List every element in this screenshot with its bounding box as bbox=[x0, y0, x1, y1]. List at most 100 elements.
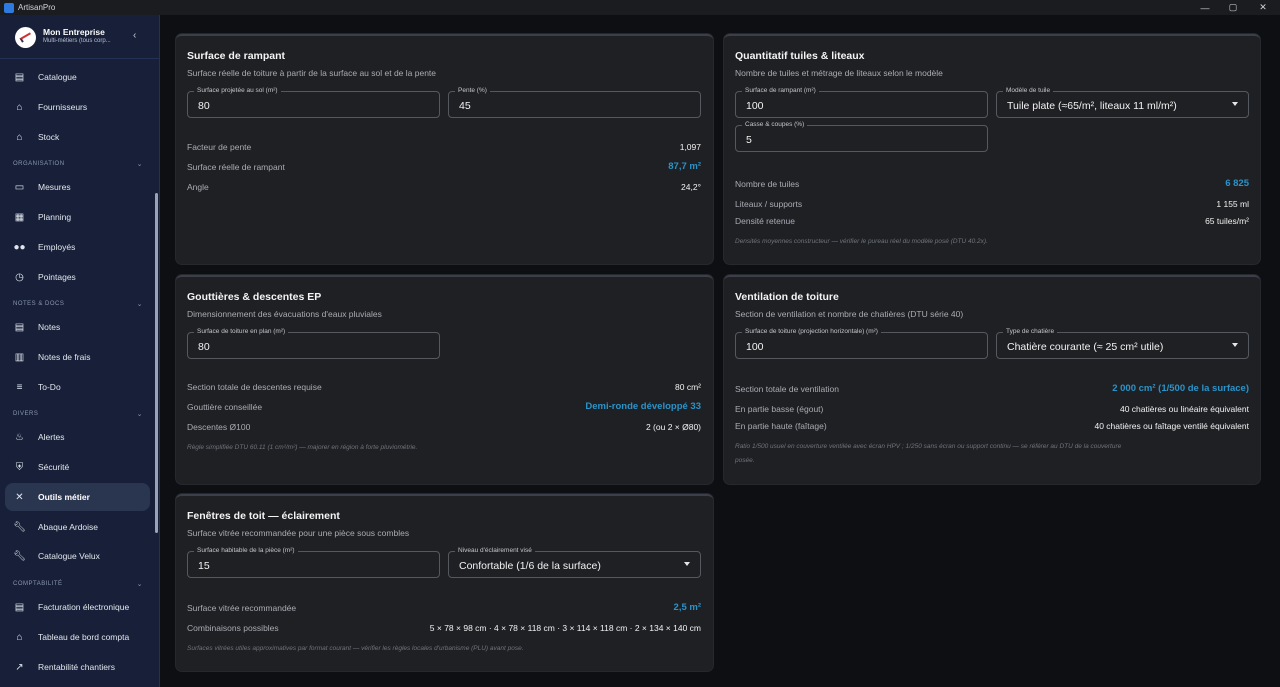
brand-header[interactable]: Mon Entreprise Multi-métiers (tous corp.… bbox=[0, 15, 160, 59]
field-value: 45 bbox=[459, 100, 471, 112]
sidebar-item-catalogue[interactable]: ▤ Catalogue bbox=[5, 63, 150, 91]
field-label: Surface habitable de la pièce (m²) bbox=[194, 547, 298, 554]
pente-field[interactable]: Pente (%) 45 bbox=[448, 87, 701, 118]
chevron-down-icon: ⌄ bbox=[136, 301, 143, 308]
sidebar-item-notes[interactable]: ▤ Notes bbox=[5, 313, 150, 341]
sidebar-item-label: Facturation électronique bbox=[38, 602, 130, 612]
field-label: Surface de rampant (m²) bbox=[742, 87, 819, 94]
field-value: 100 bbox=[746, 341, 764, 353]
card-note: Règle simplifiée DTU 60.11 (1 cm²/m²) — … bbox=[187, 444, 418, 451]
card-subtitle: Section de ventilation et nombre de chat… bbox=[735, 309, 964, 319]
field-label: Niveau d'éclairement visé bbox=[455, 547, 535, 554]
sidebar-item-todo[interactable]: ≡ To-Do bbox=[5, 373, 150, 401]
people-icon: ●● bbox=[13, 241, 26, 253]
card-surface-rampant: Surface de rampant Surface réelle de toi… bbox=[176, 34, 713, 264]
window-title: ArtisanPro bbox=[18, 3, 56, 12]
ruler-icon: ▭ bbox=[14, 181, 25, 193]
card-subtitle: Nombre de tuiles et métrage de liteaux s… bbox=[735, 68, 943, 78]
card-ventilation: Ventilation de toiture Section de ventil… bbox=[724, 275, 1260, 484]
sidebar-item-label: To-Do bbox=[38, 382, 61, 392]
card-note: Ratio 1/500 usuel en couverture ventilée… bbox=[735, 443, 1122, 450]
field-label: Modèle de tuile bbox=[1003, 87, 1054, 94]
casse-coupes-field[interactable]: Casse & coupes (%) 5 bbox=[735, 121, 988, 152]
sidebar-item-catalogue-velux[interactable]: 🔧︎ Catalogue Velux bbox=[5, 542, 150, 570]
sidebar-item-securite[interactable]: ⛨ Sécurité bbox=[5, 453, 150, 481]
result-row: Surface réelle de rampant 87,7 m² bbox=[187, 161, 701, 172]
sidebar-item-mesures[interactable]: ▭ Mesures bbox=[5, 173, 150, 201]
result-row: Surface vitrée recommandée 2,5 m² bbox=[187, 602, 701, 613]
sidebar-item-label: Fournisseurs bbox=[38, 102, 88, 112]
section-header-comptabilite[interactable]: COMPTABILITÉ ⌄ bbox=[13, 581, 143, 591]
field-label: Surface projetée au sol (m²) bbox=[194, 87, 281, 94]
field-label: Surface de toiture (projection horizonta… bbox=[742, 328, 881, 335]
result-row: En partie basse (égout) 40 chatières ou l… bbox=[735, 404, 1249, 414]
alarm-icon: ♨ bbox=[15, 431, 24, 443]
sidebar-item-notes-de-frais[interactable]: ▥ Notes de frais bbox=[5, 343, 150, 371]
company-logo bbox=[15, 27, 36, 48]
surface-habitable-field[interactable]: Surface habitable de la pièce (m²) 15 bbox=[187, 547, 440, 578]
window-titlebar: ArtisanPro — ▢ ✕ bbox=[0, 0, 1280, 15]
field-label: Type de chatière bbox=[1003, 328, 1058, 335]
section-header-organisation[interactable]: ORGANISATION ⌄ bbox=[13, 161, 143, 171]
dropdown-caret-icon bbox=[684, 562, 690, 566]
surface-sol-field[interactable]: Surface projetée au sol (m²) 80 bbox=[187, 87, 440, 118]
book-icon: ▤ bbox=[14, 71, 25, 83]
minimize-button[interactable]: — bbox=[1190, 0, 1220, 15]
result-row: Section totale de ventilation 2 000 cm² (… bbox=[735, 383, 1249, 394]
result-row: Gouttière conseillée Demi-ronde développé… bbox=[187, 401, 701, 412]
sidebar-scrollbar[interactable] bbox=[155, 193, 158, 533]
field-value: 100 bbox=[746, 100, 764, 112]
close-button[interactable]: ✕ bbox=[1248, 0, 1278, 15]
result-row: Densité retenue 65 tuiles/m² bbox=[735, 216, 1249, 226]
sidebar-item-facturation[interactable]: ▤ Facturation électronique bbox=[5, 593, 150, 621]
field-value: Confortable (1/6 de la surface) bbox=[459, 560, 601, 572]
sidebar-item-pointages[interactable]: ◷ Pointages bbox=[5, 263, 150, 291]
field-value: Chatière courante (≈ 25 cm² utile) bbox=[1007, 341, 1164, 353]
clock-icon: ◷ bbox=[15, 271, 24, 283]
sidebar-item-outils-metier[interactable]: ✕ Outils métier bbox=[5, 483, 150, 511]
result-row: Facteur de pente 1,097 bbox=[187, 142, 701, 152]
sidebar-item-fournisseurs[interactable]: ⌂ Fournisseurs bbox=[5, 93, 150, 121]
card-title: Gouttières & descentes EP bbox=[187, 291, 322, 303]
result-row: Nombre de tuiles 6 825 bbox=[735, 178, 1249, 189]
card-note: Densités moyennes constructeur — vérifie… bbox=[735, 238, 988, 245]
sidebar-item-alertes[interactable]: ♨ Alertes bbox=[5, 423, 150, 451]
surface-toiture-plan-field[interactable]: Surface de toiture en plan (m²) 80 bbox=[187, 328, 440, 359]
niveau-eclairement-select[interactable]: Niveau d'éclairement visé Confortable (1… bbox=[448, 547, 701, 578]
sidebar-item-label: Notes bbox=[38, 322, 61, 332]
sidebar-item-abaque-ardoise[interactable]: 🔧︎ Abaque Ardoise bbox=[5, 513, 150, 541]
modele-tuile-select[interactable]: Modèle de tuile Tuile plate (≈65/m², lit… bbox=[996, 87, 1249, 118]
card-note: posée. bbox=[735, 457, 755, 464]
sidebar-item-employes[interactable]: ●● Employés bbox=[5, 233, 150, 261]
wrench-icon: 🔧︎ bbox=[13, 521, 26, 533]
card-note: Surfaces vitrées utiles approximatives p… bbox=[187, 645, 524, 652]
result-row: Combinaisons possibles 5 × 78 × 98 cm · 4… bbox=[187, 623, 701, 633]
field-value: 80 bbox=[198, 341, 210, 353]
store-icon: ⌂ bbox=[16, 101, 23, 113]
section-header-divers[interactable]: DIVERS ⌄ bbox=[13, 411, 143, 421]
note-icon: ▤ bbox=[14, 321, 25, 333]
sidebar-item-rentabilite[interactable]: ↗ Rentabilité chantiers bbox=[5, 653, 150, 681]
section-header-notes-docs[interactable]: NOTES & DOCS ⌄ bbox=[13, 301, 143, 311]
sidebar-item-planning[interactable]: ▦ Planning bbox=[5, 203, 150, 231]
sidebar-item-stock[interactable]: ⌂ Stock bbox=[5, 123, 150, 151]
collapse-sidebar-icon[interactable]: ‹ bbox=[133, 30, 136, 41]
dropdown-caret-icon bbox=[1232, 343, 1238, 347]
sidebar-item-label: Catalogue bbox=[38, 72, 77, 82]
field-value: 5 bbox=[746, 134, 752, 146]
sidebar-item-tableau-bord-compta[interactable]: ⌂ Tableau de bord compta bbox=[5, 623, 150, 651]
surface-rampant-field[interactable]: Surface de rampant (m²) 100 bbox=[735, 87, 988, 118]
maximize-button[interactable]: ▢ bbox=[1218, 0, 1248, 15]
type-chatiere-select[interactable]: Type de chatière Chatière courante (≈ 25… bbox=[996, 328, 1249, 359]
chevron-down-icon: ⌄ bbox=[136, 581, 143, 588]
receipt-icon: ▥ bbox=[14, 351, 25, 363]
shield-icon: ⛨ bbox=[15, 461, 24, 473]
field-value: 80 bbox=[198, 100, 210, 112]
surface-toiture-field[interactable]: Surface de toiture (projection horizonta… bbox=[735, 328, 988, 359]
calendar-icon: ▦ bbox=[14, 211, 25, 223]
trend-icon: ↗ bbox=[15, 661, 24, 673]
company-name: Mon Entreprise bbox=[43, 27, 105, 37]
result-row: Angle 24,2° bbox=[187, 182, 701, 192]
sidebar-item-label: Catalogue Velux bbox=[38, 551, 100, 561]
app-icon bbox=[4, 2, 14, 13]
